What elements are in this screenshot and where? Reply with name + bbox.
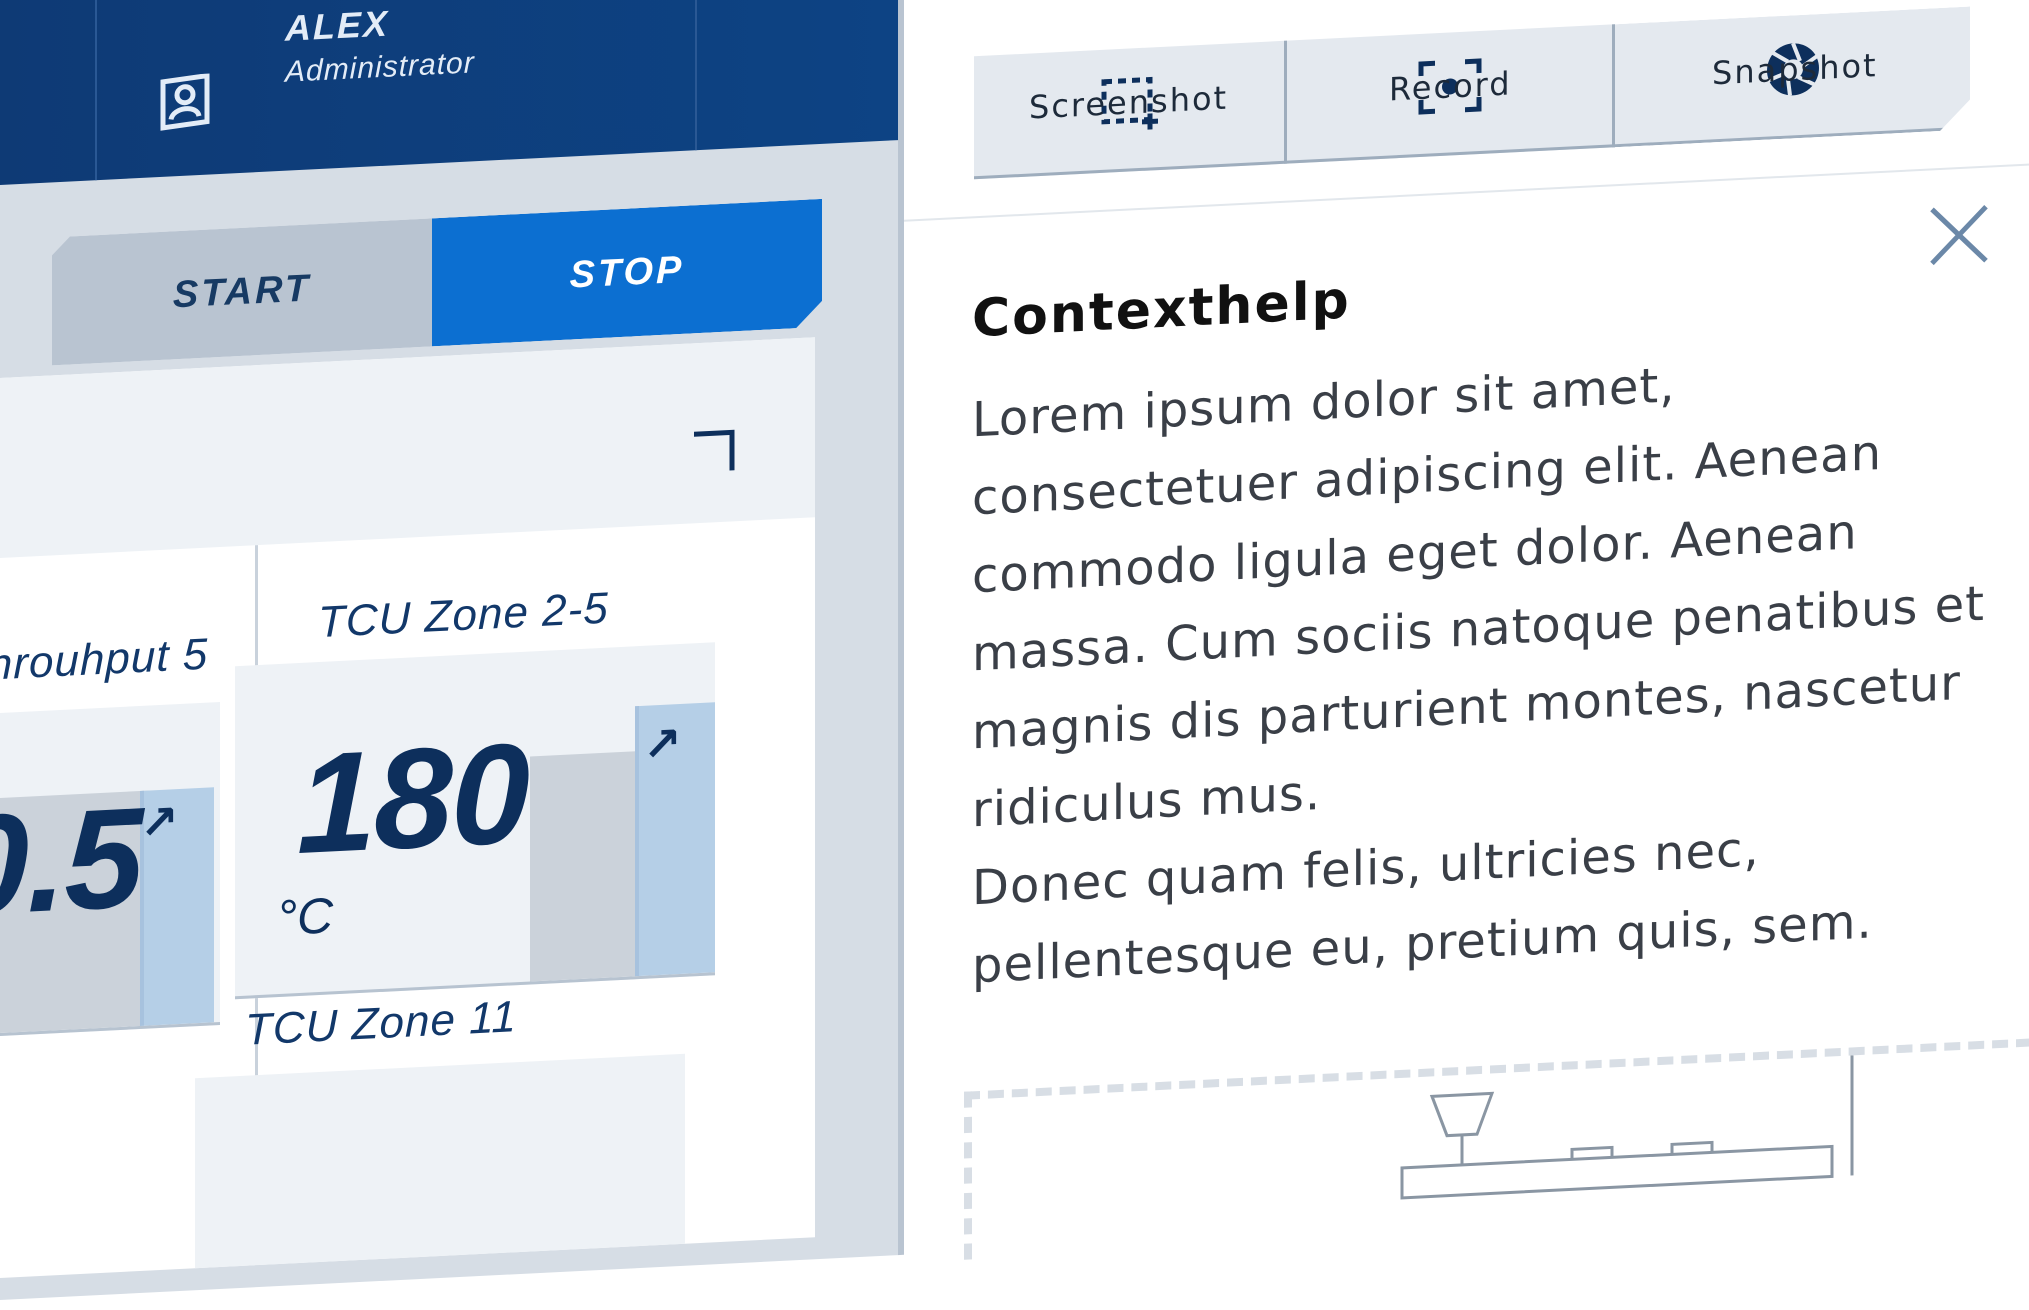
close-icon[interactable] — [1926, 200, 1992, 269]
tile-label-throughput: Throuhput 5 — [0, 629, 209, 691]
tile-value: 180 — [297, 713, 528, 885]
help-text: Lorem ipsum dolor sit amet, consectetuer… — [972, 357, 1985, 995]
tile-throughput[interactable]: 0.5 ↗ — [0, 702, 220, 1036]
tile-unit: °C — [277, 887, 334, 947]
header-divider — [695, 0, 697, 151]
card-header — [0, 337, 815, 558]
level-bar-grey — [530, 751, 640, 982]
header-divider — [95, 0, 97, 181]
expand-icon[interactable] — [690, 426, 738, 476]
record-label: Record — [1389, 64, 1512, 109]
header-bar: ALEX Administrator — [0, 0, 898, 185]
stop-button[interactable]: STOP — [432, 199, 822, 347]
machine-diagram — [964, 1038, 2029, 1260]
process-card: Throuhput 5 0.5 ↗ TCU Zone 2-5 180 °C ↗ … — [0, 337, 815, 1278]
tile-tcu-2-5[interactable]: 180 °C ↗ — [235, 642, 715, 1000]
tile-value: 0.5 — [0, 777, 142, 947]
trend-arrow-icon: ↗ — [140, 794, 179, 850]
start-button[interactable]: START — [52, 218, 432, 365]
help-title: Contexthelp — [972, 270, 1351, 350]
context-help-panel: Screenshot Record Snapshot Contexthelp L… — [898, 0, 2029, 1260]
trend-arrow-icon: ↗ — [643, 715, 682, 772]
app-screen: ALEX Administrator START STOP Throuhput … — [0, 0, 2029, 1301]
extruder-sketch-icon — [1400, 1055, 1854, 1200]
user-name: ALEX — [285, 2, 390, 49]
tile-label-tcu-2-5: TCU Zone 2-5 — [318, 583, 609, 648]
left-panel: ALEX Administrator START STOP Throuhput … — [0, 0, 898, 1301]
user-profile-icon[interactable] — [155, 72, 215, 132]
tile-tcu-11[interactable] — [195, 1053, 685, 1269]
tile-label-tcu-11: TCU Zone 11 — [245, 992, 517, 1055]
start-stop-control: START STOP — [52, 199, 822, 366]
user-role: Administrator — [285, 46, 475, 89]
